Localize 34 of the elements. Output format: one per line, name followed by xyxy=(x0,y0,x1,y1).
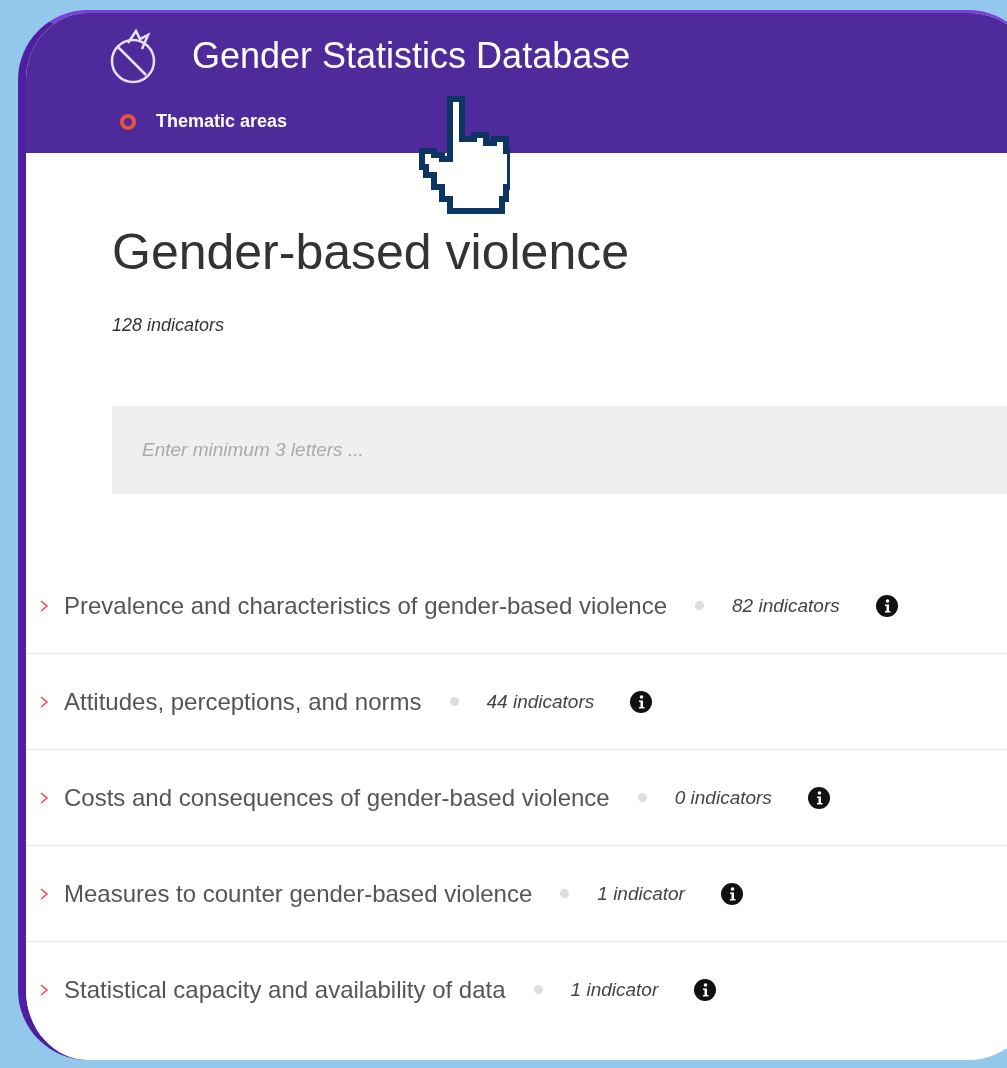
separator-dot xyxy=(449,697,459,706)
chevron-icon[interactable] xyxy=(38,693,50,710)
topic-link[interactable]: Measures to counter gender-based violence xyxy=(64,879,533,908)
chevron-icon[interactable] xyxy=(38,885,50,902)
info-icon[interactable] xyxy=(875,594,898,617)
logo-icon xyxy=(108,27,158,85)
topic-count: 1 indicator xyxy=(597,882,685,905)
chevron-icon[interactable] xyxy=(38,981,50,998)
topic-count: 44 indicators xyxy=(486,690,595,713)
topic-link[interactable]: Prevalence and characteristics of gender-based violence xyxy=(64,591,667,620)
topic-link[interactable]: Attitudes, perceptions, and norms xyxy=(64,687,422,716)
chevron-icon[interactable] xyxy=(38,789,50,806)
ring-icon xyxy=(120,113,136,130)
hand-cursor-icon xyxy=(418,94,510,216)
separator-dot xyxy=(533,985,543,994)
topic-count: 0 indicators xyxy=(674,786,772,809)
app-title: Gender Statistics Database xyxy=(192,35,631,77)
separator-dot xyxy=(560,889,570,898)
info-icon[interactable] xyxy=(720,882,743,905)
chevron-icon[interactable] xyxy=(38,597,50,614)
nav-link[interactable]: Thematic areas xyxy=(120,111,288,132)
topic-count: 1 indicator xyxy=(570,978,659,1001)
indicator-count: 128 indicators xyxy=(112,315,226,336)
info-icon[interactable] xyxy=(694,978,717,1001)
info-icon[interactable] xyxy=(630,690,653,713)
page-title: Gender-based violence xyxy=(112,223,630,281)
nav-label[interactable]: Thematic areas xyxy=(156,111,288,132)
topic-count: 82 indicators xyxy=(732,594,840,617)
info-icon[interactable] xyxy=(807,786,830,809)
search-field[interactable]: Enter minimum 3 letters ... xyxy=(112,406,1007,494)
separator-dot xyxy=(637,793,647,802)
separator-dot xyxy=(695,601,704,610)
topic-link[interactable]: Statistical capacity and availability of data xyxy=(64,975,506,1004)
topic-link[interactable]: Costs and consequences of gender-based violence xyxy=(64,783,610,812)
